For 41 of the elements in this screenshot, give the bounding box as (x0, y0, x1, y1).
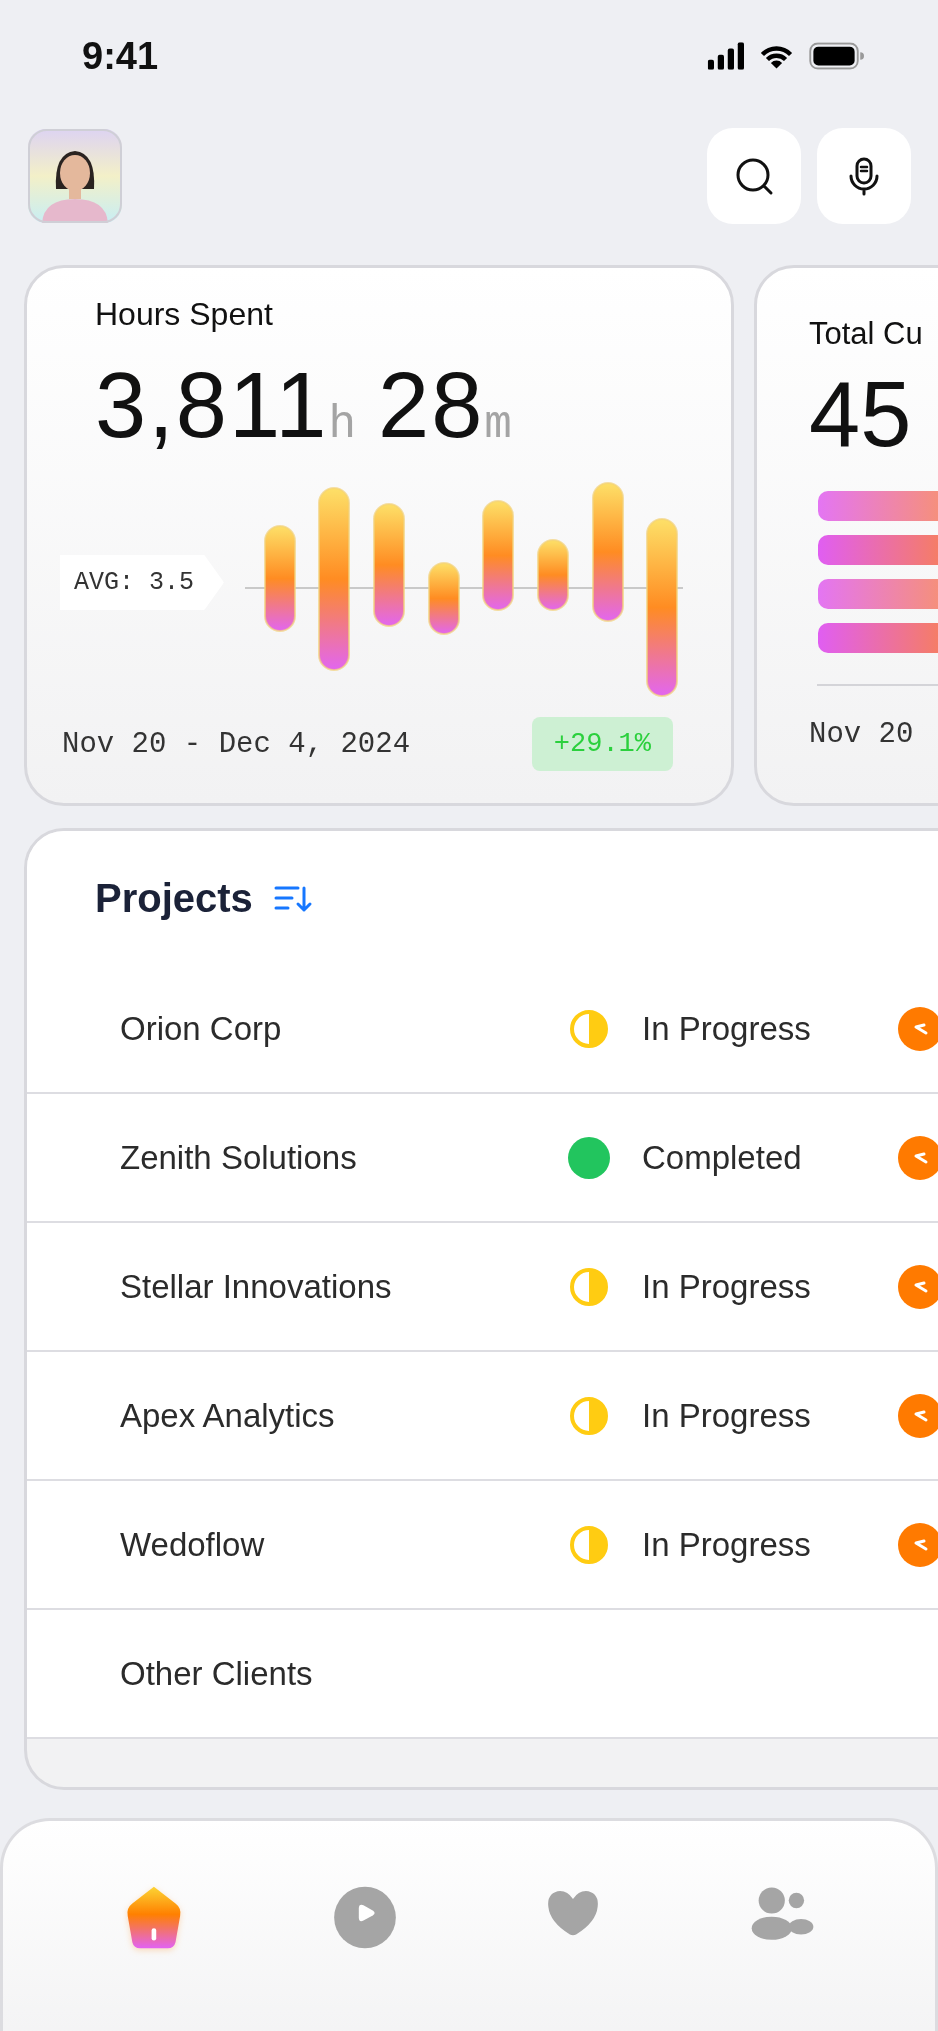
hours-value: 3,811 (95, 353, 329, 458)
status-label: In Progress (642, 1009, 811, 1048)
project-row[interactable]: Orion Corp In Progress (27, 965, 938, 1094)
status-label: In Progress (642, 1525, 811, 1564)
search-button[interactable] (707, 128, 801, 224)
status-label: In Progress (642, 1396, 811, 1435)
search-icon (734, 156, 774, 196)
average-label: AVG: 3.5 (60, 555, 225, 610)
project-name: Stellar Innovations (120, 1267, 393, 1306)
project-name: Wedoflow (120, 1525, 266, 1564)
status-time: 9:41 (82, 34, 159, 78)
status-label: Completed (642, 1138, 802, 1177)
project-row[interactable]: Wedoflow In Progress (27, 1481, 938, 1610)
project-name: Zenith Solutions (120, 1138, 358, 1177)
project-row[interactable]: Apex Analytics In Progress (27, 1352, 938, 1481)
half-circle-icon (568, 1007, 610, 1050)
status-label: In Progress (642, 1267, 811, 1306)
section-title: Projects (95, 875, 253, 921)
half-circle-icon (568, 1523, 610, 1566)
status-dot-icon (568, 1136, 610, 1179)
microphone-button[interactable] (817, 128, 911, 224)
project-row[interactable]: Zenith Solutions Completed (27, 1094, 938, 1223)
project-name: Other Clients (120, 1654, 314, 1693)
card-title: Hours Spent (95, 296, 274, 333)
half-circle-icon (568, 1394, 610, 1437)
project-name: Orion Corp (120, 1009, 283, 1048)
date-range: Nov 20 (809, 717, 915, 751)
change-badge: +29.1% (531, 717, 673, 771)
signal-icon (707, 42, 744, 70)
battery-icon (809, 42, 864, 70)
project-row[interactable]: Other Clients (27, 1610, 938, 1739)
unit-label: m (484, 399, 512, 451)
date-range: Nov 20 - Dec 4, 2024 (62, 727, 411, 761)
project-row[interactable]: Stellar Innovations In Progress (27, 1223, 938, 1352)
half-circle-icon (568, 1265, 610, 1308)
project-name: Apex Analytics (120, 1396, 336, 1435)
unit-label: h (328, 399, 356, 451)
bar (537, 539, 569, 611)
card-title: Total Cu (809, 316, 924, 352)
hours-value: 28 (378, 353, 485, 458)
customers-value: 45 (809, 362, 912, 467)
